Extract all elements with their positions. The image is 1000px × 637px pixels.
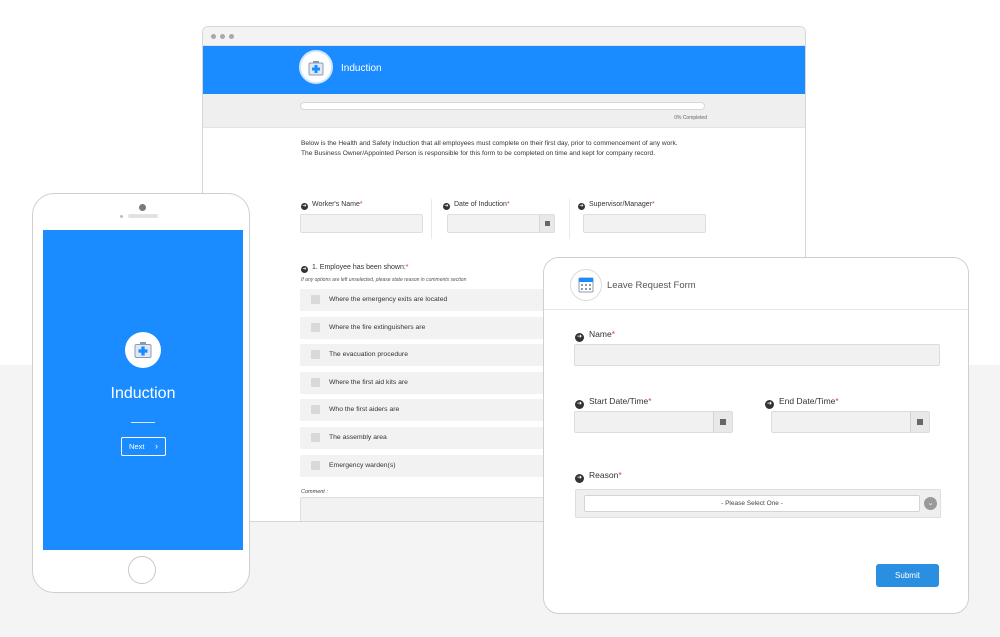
intro-text: Below is the Health and Safety Induction…: [301, 139, 711, 159]
speaker-icon: [128, 214, 158, 218]
arrow-right-icon: ➜: [578, 203, 585, 210]
phone-device: Induction Next ›: [32, 193, 250, 593]
chevron-down-icon[interactable]: ⌄: [924, 497, 937, 510]
checkbox-label: Who the first aiders are: [329, 406, 400, 413]
form-title: Induction: [341, 63, 382, 74]
divider: [431, 199, 432, 239]
checkbox-label: Where the fire extinguishers are: [329, 324, 426, 331]
checkbox-row[interactable]: Where the first aid kits are: [300, 372, 560, 394]
intro-paragraph: Below is the Health and Safety Induction…: [301, 140, 678, 147]
supervisor-label: ➜ Supervisor/Manager*: [578, 201, 655, 210]
calendar-icon[interactable]: [539, 215, 554, 232]
calendar-icon[interactable]: [910, 412, 929, 432]
checkbox[interactable]: [311, 461, 320, 470]
camera-icon: [139, 204, 146, 211]
reason-select[interactable]: - Please Select One - ⌄: [575, 489, 941, 518]
arrow-right-icon: ➜: [443, 203, 450, 210]
phone-title: Induction: [110, 385, 176, 402]
next-button-label: Next: [129, 442, 145, 451]
form-header: Induction: [203, 46, 805, 94]
divider: [569, 199, 570, 239]
arrow-right-icon: ➜: [301, 266, 308, 273]
home-button[interactable]: [128, 556, 156, 584]
card-title: Leave Request Form: [607, 280, 696, 291]
checkbox-row[interactable]: Where the fire extinguishers are: [300, 317, 560, 339]
name-label: ➜ Name*: [575, 329, 615, 342]
divider: [131, 422, 155, 423]
window-dot-icon: [211, 34, 216, 39]
next-button[interactable]: Next ›: [121, 437, 166, 456]
progress-label: 0% Completed: [674, 115, 707, 121]
browser-titlebar: [203, 27, 805, 46]
supervisor-input[interactable]: [583, 214, 706, 233]
comment-label: Comment :: [301, 489, 328, 495]
progress-bar: [300, 102, 705, 110]
checkbox-label: Emergency warden(s): [329, 462, 396, 469]
arrow-right-icon: ➜: [575, 333, 584, 342]
question-note: If any options are left unselected, plea…: [301, 277, 467, 283]
checkbox-label: Where the first aid kits are: [329, 379, 408, 386]
checkbox[interactable]: [311, 405, 320, 414]
arrow-right-icon: ➜: [301, 203, 308, 210]
checkbox-row[interactable]: The assembly area: [300, 427, 560, 449]
first-aid-kit-icon: [125, 332, 161, 368]
date-of-induction-label: ➜ Date of Induction*: [443, 201, 510, 210]
chevron-right-icon: ›: [155, 441, 158, 451]
calendar-icon[interactable]: [713, 412, 732, 432]
worker-name-input[interactable]: [300, 214, 423, 233]
checkbox-row[interactable]: The evacuation procedure: [300, 344, 560, 366]
end-date-label: ➜ End Date/Time*: [765, 396, 839, 409]
checkbox[interactable]: [311, 433, 320, 442]
window-dot-icon: [220, 34, 225, 39]
question-label: ➜ 1. Employee has been shown:*: [301, 264, 409, 273]
checkbox[interactable]: [311, 323, 320, 332]
name-input[interactable]: [574, 344, 940, 366]
reason-select-value[interactable]: - Please Select One -: [584, 495, 920, 512]
leave-request-card: Leave Request Form ➜ Name* ➜ Start Date/Ti…: [543, 257, 969, 614]
start-date-input[interactable]: [574, 411, 733, 433]
end-date-input[interactable]: [771, 411, 930, 433]
arrow-right-icon: ➜: [575, 474, 584, 483]
submit-button[interactable]: Submit: [876, 564, 939, 587]
window-dot-icon: [229, 34, 234, 39]
checkbox-row[interactable]: Emergency warden(s): [300, 455, 560, 477]
intro-paragraph: The Business Owner/Appointed Person is r…: [301, 150, 656, 157]
checkbox-row[interactable]: Who the first aiders are: [300, 399, 560, 421]
first-aid-kit-icon: [299, 50, 333, 84]
checkbox-row[interactable]: Where the emergency exits are located: [300, 289, 560, 311]
start-date-label: ➜ Start Date/Time*: [575, 396, 652, 409]
calendar-icon: [570, 269, 602, 301]
reason-label: ➜ Reason*: [575, 470, 622, 483]
checkbox[interactable]: [311, 295, 320, 304]
checkbox-label: The evacuation procedure: [329, 351, 408, 358]
checkbox[interactable]: [311, 350, 320, 359]
phone-screen: Induction Next ›: [43, 230, 243, 550]
arrow-right-icon: ➜: [575, 400, 584, 409]
checkbox-label: The assembly area: [329, 434, 387, 441]
arrow-right-icon: ➜: [765, 400, 774, 409]
checkbox-label: Where the emergency exits are located: [329, 296, 448, 303]
worker-name-label: ➜ Worker's Name*: [301, 201, 363, 210]
card-header: Leave Request Form: [544, 258, 968, 310]
comment-textarea[interactable]: [300, 497, 560, 521]
date-of-induction-input[interactable]: [447, 214, 555, 233]
sensor-icon: [120, 215, 123, 218]
progress-section: 0% Completed: [203, 94, 805, 128]
checkbox[interactable]: [311, 378, 320, 387]
